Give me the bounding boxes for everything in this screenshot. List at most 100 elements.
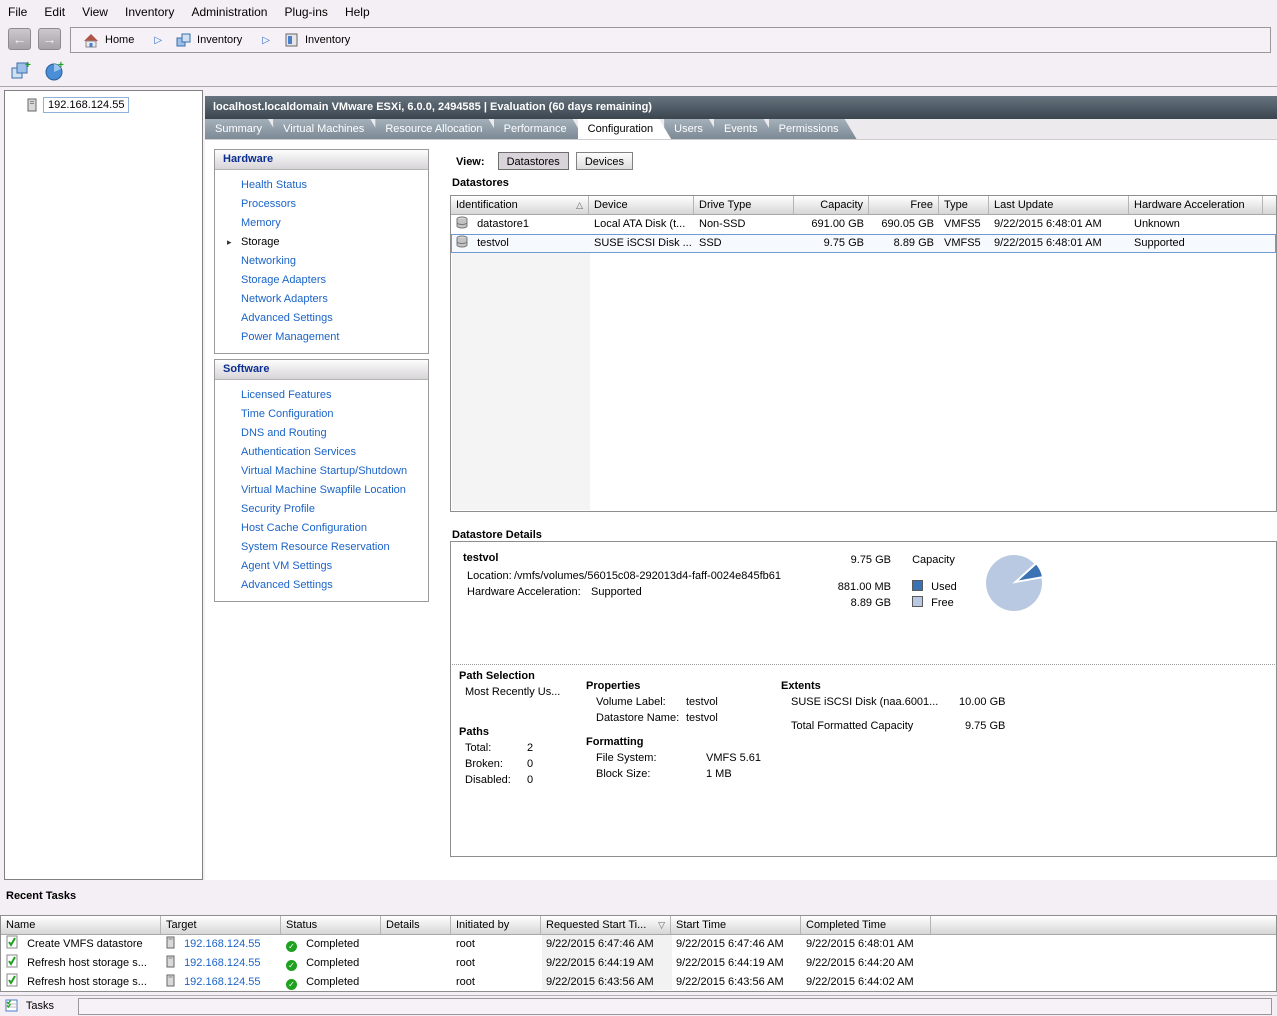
free-value: 8.89 GB (821, 597, 891, 609)
tab-events[interactable]: Events (714, 119, 776, 139)
breadcrumb-inventory-2[interactable]: Inventory (305, 34, 350, 46)
column-header-name[interactable]: Name (1, 916, 161, 934)
breadcrumb-arrow-icon: ▷ (262, 35, 270, 46)
sidebar-item-vm-swapfile-location[interactable]: Virtual Machine Swapfile Location (241, 484, 406, 496)
used-row: 881.00 MB Used (821, 580, 957, 593)
extent-total-label: Total Formatted Capacity (791, 720, 913, 732)
sidebar-item-health-status[interactable]: Health Status (241, 179, 307, 191)
tab-virtual-machines[interactable]: Virtual Machines (273, 119, 382, 139)
breadcrumb-inventory-1[interactable]: Inventory (197, 34, 242, 46)
column-header-device[interactable]: Device (589, 196, 694, 214)
sidebar-item-advanced-settings[interactable]: Advanced Settings (241, 312, 333, 324)
details-datastore-name: testvol (463, 552, 498, 564)
column-header-status[interactable]: Status (281, 916, 381, 934)
column-header-free[interactable]: Free (869, 196, 939, 214)
extents-title: Extents (781, 680, 821, 692)
free-row: 8.89 GB Free (821, 596, 954, 609)
sidebar-item-vm-startup-shutdown[interactable]: Virtual Machine Startup/Shutdown (241, 465, 407, 477)
sidebar-item-processors[interactable]: Processors (241, 198, 296, 210)
view-devices-button[interactable]: Devices (576, 152, 633, 170)
task-target-link[interactable]: 192.168.124.55 (184, 957, 260, 969)
task-row-refresh-storage-1[interactable]: Refresh host storage s... 192.168.124.55… (1, 954, 1276, 973)
host-icon (166, 974, 175, 987)
tree-host-label[interactable]: 192.168.124.55 (43, 97, 129, 113)
back-button[interactable]: ← (8, 28, 31, 50)
column-header-hardware-acceleration[interactable]: Hardware Acceleration (1129, 196, 1263, 214)
sidebar-item-authentication-services[interactable]: Authentication Services (241, 446, 356, 458)
menu-plugins[interactable]: Plug-ins (285, 0, 328, 19)
paths-total-label: Total: (465, 742, 491, 754)
sidebar-item-host-cache-configuration[interactable]: Host Cache Configuration (241, 522, 367, 534)
column-header-initiated-by[interactable]: Initiated by (451, 916, 541, 934)
column-header-target[interactable]: Target (161, 916, 281, 934)
new-inventory-icon[interactable]: + (10, 60, 32, 82)
path-selection-title: Path Selection (459, 670, 535, 682)
recent-tasks-table: Name Target Status Details Initiated by … (0, 915, 1277, 992)
sidebar-item-advanced-settings-sw[interactable]: Advanced Settings (241, 579, 333, 591)
sidebar-item-networking[interactable]: Networking (241, 255, 296, 267)
task-target-link[interactable]: 192.168.124.55 (184, 976, 260, 988)
tab-performance[interactable]: Performance (494, 119, 585, 139)
used-legend-swatch (912, 580, 923, 591)
sidebar-item-licensed-features[interactable]: Licensed Features (241, 389, 332, 401)
sidebar-item-storage-adapters[interactable]: Storage Adapters (241, 274, 326, 286)
column-header-identification[interactable]: Identification △ (451, 196, 589, 214)
forward-button[interactable]: → (38, 28, 61, 50)
task-row-refresh-storage-2[interactable]: Refresh host storage s... 192.168.124.55… (1, 973, 1276, 992)
sidebar-item-agent-vm-settings[interactable]: Agent VM Settings (241, 560, 332, 572)
tab-configuration[interactable]: Configuration (578, 119, 671, 139)
column-header-details[interactable]: Details (381, 916, 451, 934)
column-header-drive-type[interactable]: Drive Type (694, 196, 794, 214)
menu-help[interactable]: Help (345, 0, 370, 19)
menu-bar: File Edit View Inventory Administration … (0, 0, 1277, 24)
datastore-details-panel: testvol Location: /vmfs/volumes/56015c08… (450, 541, 1277, 857)
sidebar-item-security-profile[interactable]: Security Profile (241, 503, 315, 515)
tab-users[interactable]: Users (664, 119, 721, 139)
menu-edit[interactable]: Edit (44, 0, 65, 19)
datastore-row-testvol[interactable]: testvol SUSE iSCSI Disk ... SSD 9.75 GB … (451, 234, 1276, 253)
menu-view[interactable]: View (82, 0, 108, 19)
menu-inventory[interactable]: Inventory (125, 0, 174, 19)
task-target-link[interactable]: 192.168.124.55 (184, 938, 260, 950)
vsphere-client-window: File Edit View Inventory Administration … (0, 0, 1277, 1016)
block-size-label: Block Size: (596, 768, 650, 780)
sidebar-item-time-configuration[interactable]: Time Configuration (241, 408, 334, 420)
menu-administration[interactable]: Administration (191, 0, 267, 19)
host-title-bar: localhost.localdomain VMware ESXi, 6.0.0… (205, 96, 1277, 119)
status-bar: Tasks (0, 995, 1277, 1016)
column-header-completed-time[interactable]: Completed Time (801, 916, 931, 934)
tasks-button[interactable]: Tasks (5, 999, 54, 1012)
volume-label-label: Volume Label: (596, 696, 666, 708)
sidebar-item-storage[interactable]: Storage (241, 236, 280, 248)
task-row-create-vmfs[interactable]: Create VMFS datastore 192.168.124.55 ✓ C… (1, 935, 1276, 954)
column-header-type[interactable]: Type (939, 196, 989, 214)
paths-disabled-value: 0 (527, 774, 533, 786)
sidebar-item-network-adapters[interactable]: Network Adapters (241, 293, 328, 305)
tab-summary[interactable]: Summary (205, 119, 280, 139)
sidebar-item-memory[interactable]: Memory (241, 217, 281, 229)
column-header-capacity[interactable]: Capacity (794, 196, 869, 214)
column-header-requested-start-time[interactable]: Requested Start Ti... ▽ (541, 916, 671, 934)
tab-resource-allocation[interactable]: Resource Allocation (375, 119, 500, 139)
view-datastores-button[interactable]: Datastores (498, 152, 569, 170)
breadcrumb-home[interactable]: Home (105, 34, 134, 46)
datastore-name-label: Datastore Name: (596, 712, 679, 724)
column-header-start-time[interactable]: Start Time (671, 916, 801, 934)
volume-label-value: testvol (686, 696, 718, 708)
sidebar-item-dns-and-routing[interactable]: DNS and Routing (241, 427, 327, 439)
sidebar-item-system-resource-reservation[interactable]: System Resource Reservation (241, 541, 390, 553)
capacity-pie-chart (983, 552, 1045, 614)
scheduled-task-icon[interactable]: + (44, 60, 66, 82)
column-header-last-update[interactable]: Last Update (989, 196, 1129, 214)
datastore-row-datastore1[interactable]: datastore1 Local ATA Disk (t... Non-SSD … (451, 215, 1276, 234)
menu-file[interactable]: File (8, 0, 27, 19)
recent-tasks-title: Recent Tasks (6, 890, 76, 902)
tab-permissions[interactable]: Permissions (769, 119, 857, 139)
sort-ascending-icon: △ (576, 197, 583, 214)
tree-host-item[interactable]: 192.168.124.55 (27, 97, 202, 113)
used-label: Used (931, 581, 957, 593)
sidebar-item-power-management[interactable]: Power Management (241, 331, 339, 343)
inventory-tree: 192.168.124.55 (4, 90, 203, 880)
datastores-table: Identification △ Device Drive Type Capac… (450, 195, 1277, 512)
extent-device-label: SUSE iSCSI Disk (naa.6001... (791, 696, 938, 708)
